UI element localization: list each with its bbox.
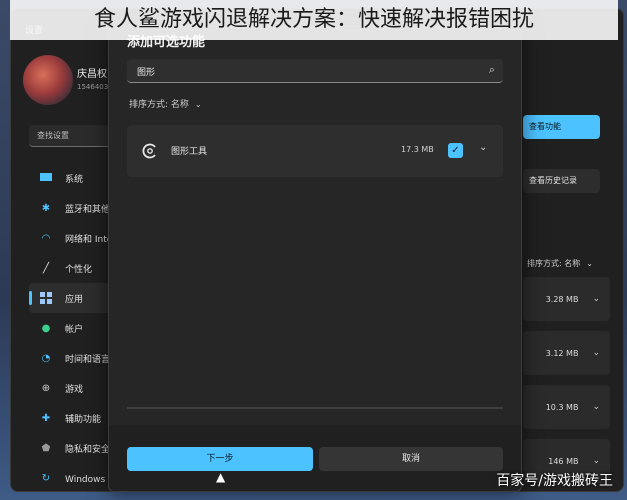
mouse-cursor-icon: ▲ [216, 470, 226, 484]
feature-size: 10.3 MB [545, 402, 579, 412]
sidebar-item-label: 应用 [65, 294, 84, 305]
chevron-down-icon: ⌄ [592, 402, 600, 412]
gamepad-icon: ⊕ [41, 382, 51, 394]
feature-list-item[interactable]: 图形工具 17.3 MB ✓ ⌄ [127, 125, 503, 177]
headline-banner: 食人鲨游戏闪退解决方案：快速解决报错困扰 [10, 0, 618, 40]
accessibility-icon: ✚ [41, 412, 51, 424]
watermark: 百家号/游戏搬砖王 [496, 473, 613, 489]
sidebar-item-label: 帐户 [65, 324, 84, 335]
graphics-tools-icon [141, 142, 159, 160]
divider [127, 407, 503, 409]
checkmark-icon: ✓ [451, 145, 460, 156]
sidebar-item-label: 游戏 [65, 384, 84, 395]
installed-feature-row[interactable]: 3.12 MB ⌄ [523, 331, 610, 375]
sidebar-item-label: 系统 [65, 174, 84, 185]
sort-label: 排序方式: 名称 [129, 100, 189, 110]
view-history-button[interactable]: 查看历史记录 [523, 169, 600, 193]
apps-icon [39, 291, 53, 305]
chevron-down-icon[interactable]: ⌄ [479, 142, 487, 153]
next-button[interactable]: 下一步 [127, 447, 313, 471]
feature-name: 图形工具 [171, 147, 208, 157]
avatar[interactable] [23, 55, 73, 105]
sidebar-item-label: 个性化 [65, 264, 93, 275]
installed-sort-dropdown[interactable]: 排序方式: 名称 ⌄ [527, 258, 593, 269]
view-features-button[interactable]: 查看功能 [523, 115, 600, 139]
user-name: 庆昌权 [77, 69, 107, 80]
cancel-button[interactable]: 取消 [319, 447, 503, 471]
sidebar-item-label: 网络和 Inte [65, 234, 113, 245]
feature-size: 17.3 MB [401, 145, 434, 154]
wifi-icon: ◠ [41, 232, 51, 244]
add-optional-feature-dialog: 添加可选功能 ⌕ 排序方式: 名称⌄ 图形工具 17.3 MB ✓ ⌄ 下一步 … [108, 26, 522, 492]
installed-feature-row[interactable]: 3.28 MB ⌄ [523, 277, 610, 321]
sidebar-item-label: 蓝牙和其他 [65, 204, 111, 215]
shield-icon: ⬟ [41, 442, 51, 454]
bluetooth-icon: ✱ [41, 202, 51, 214]
sort-dropdown[interactable]: 排序方式: 名称 ⌄ [129, 97, 202, 110]
sidebar-item-label: 隐私和安全 [65, 444, 111, 455]
feature-search-box[interactable]: ⌕ [127, 59, 503, 83]
dialog-footer: 下一步 取消 [109, 425, 521, 491]
chevron-down-icon: ⌄ [592, 294, 600, 304]
sidebar-item-label: 辅助功能 [65, 414, 102, 425]
chevron-down-icon: ⌄ [586, 259, 593, 268]
feature-size: 3.12 MB [545, 348, 579, 358]
monitor-icon [39, 171, 53, 185]
chevron-down-icon: ⌄ [592, 348, 600, 358]
chevron-down-icon: ⌄ [592, 456, 600, 466]
installed-feature-row[interactable]: 10.3 MB ⌄ [523, 385, 610, 429]
feature-size: 3.28 MB [545, 294, 579, 304]
clock-icon: ◔ [41, 352, 51, 364]
sort-label: 排序方式: 名称 [527, 259, 581, 268]
feature-search-input[interactable] [135, 59, 479, 83]
search-icon[interactable]: ⌕ [489, 63, 495, 77]
update-icon: ↻ [41, 472, 51, 484]
settings-search-input[interactable]: 查找设置 [29, 125, 119, 147]
feature-size: 146 MB [548, 456, 579, 466]
sidebar-item-label: 时间和语言 [65, 354, 111, 365]
brush-icon: ╱ [42, 262, 50, 274]
feature-checkbox[interactable]: ✓ [448, 143, 463, 158]
chevron-down-icon: ⌄ [194, 100, 202, 109]
account-icon: ● [41, 322, 51, 334]
